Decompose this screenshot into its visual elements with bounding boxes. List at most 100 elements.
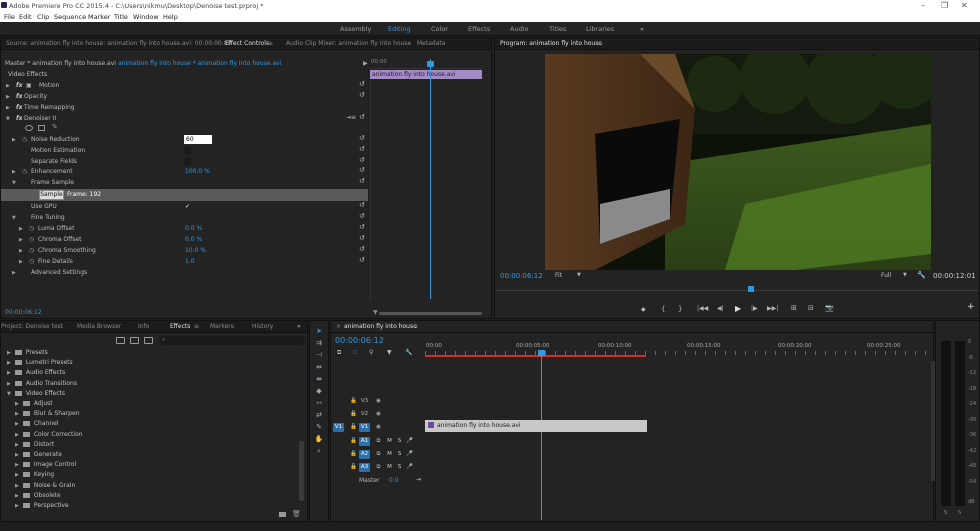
separate-fields-checkbox[interactable]: [184, 158, 191, 165]
zoom-dropdown-icon[interactable]: ▼: [577, 272, 581, 278]
reset-icon[interactable]: ↺: [359, 113, 365, 121]
sample-button[interactable]: Sample: [39, 190, 64, 200]
eye-icon[interactable]: ◉: [373, 423, 384, 432]
track-select-tool-icon[interactable]: ⇉: [314, 339, 324, 347]
effects-tree-item[interactable]: ▶ Adjust: [15, 400, 53, 407]
stopwatch-icon[interactable]: ◷: [29, 258, 34, 265]
microphone-icon[interactable]: 🎤: [404, 450, 415, 459]
pen-tool-icon[interactable]: ✎: [314, 423, 324, 431]
reset-icon[interactable]: ↺: [359, 234, 365, 242]
program-menu-icon[interactable]: ≡: [597, 40, 602, 47]
reset-icon[interactable]: ↺: [359, 145, 365, 153]
tab-audio-clip-mixer[interactable]: Audio Clip Mixer: animation fly into hou…: [286, 40, 411, 47]
expand-icon[interactable]: ▶: [15, 462, 19, 468]
tabs-overflow-button[interactable]: »: [297, 323, 301, 330]
quality-select[interactable]: Full: [881, 272, 891, 282]
rate-stretch-tool-icon[interactable]: ⇼: [314, 375, 324, 383]
expand-icon[interactable]: ▶: [15, 472, 19, 478]
reset-icon[interactable]: ↺: [359, 134, 365, 142]
expand-icon[interactable]: ▶: [15, 442, 19, 448]
expand-icon[interactable]: ▶: [15, 483, 19, 489]
eye-icon[interactable]: ◉: [373, 397, 384, 406]
eye-icon[interactable]: ◉: [373, 410, 384, 419]
expand-icon[interactable]: ▶: [7, 360, 11, 366]
effects-tree-item[interactable]: ▶ Keying: [15, 471, 54, 478]
opacity-expand-icon[interactable]: ▶: [6, 94, 10, 100]
expand-icon[interactable]: ▶: [15, 452, 19, 458]
track-target-v2[interactable]: V2: [359, 410, 370, 419]
effects-tree-item[interactable]: ▶ Audio Effects: [7, 369, 65, 376]
rectangle-mask-icon[interactable]: [38, 125, 45, 131]
advanced-settings-expand-icon[interactable]: ▶: [12, 270, 16, 276]
effects-tree-item[interactable]: ▶ Channel: [15, 420, 59, 427]
chroma-smoothing-value[interactable]: 10.0 %: [185, 247, 206, 257]
delete-icon[interactable]: 🗑: [292, 510, 301, 518]
go-to-out-button[interactable]: ▶▶|: [767, 305, 778, 312]
track-target-v1[interactable]: V1: [359, 423, 370, 432]
sync-lock-icon[interactable]: ⧉: [373, 437, 384, 446]
rolling-edit-tool-icon[interactable]: ⇹: [314, 363, 324, 371]
enhancement-value[interactable]: 100.0 %: [185, 168, 210, 178]
add-button[interactable]: +: [967, 302, 975, 312]
quality-dropdown-icon[interactable]: ▼: [903, 272, 907, 278]
32bit-effects-icon[interactable]: [130, 337, 139, 344]
pen-mask-icon[interactable]: ✎: [52, 123, 58, 131]
hand-tool-icon[interactable]: ✋: [314, 435, 324, 443]
mini-timeline-clip[interactable]: animation fly into house.avi: [370, 70, 482, 79]
effect-controls-timecode[interactable]: 00:00:06:12: [5, 309, 42, 319]
collapse-icon[interactable]: ▼: [7, 391, 11, 397]
expand-icon[interactable]: ▶: [7, 370, 11, 376]
lift-button[interactable]: ⊞: [791, 304, 797, 312]
luma-offset-expand-icon[interactable]: ▶: [19, 226, 23, 232]
effects-tree-item[interactable]: ▶ Noise & Grain: [15, 482, 75, 489]
microphone-icon[interactable]: 🎤: [404, 463, 415, 472]
yuv-effects-icon[interactable]: [144, 337, 153, 344]
menu-title[interactable]: Title: [114, 13, 128, 21]
source-patch-v1[interactable]: V1: [333, 423, 344, 432]
lock-icon[interactable]: 🔓: [348, 463, 359, 472]
slip-tool-icon[interactable]: ⇿: [314, 399, 324, 407]
expand-icon[interactable]: ▶: [15, 432, 19, 438]
zoom-select[interactable]: Fit: [555, 272, 562, 282]
time-remap-expand-icon[interactable]: ▶: [6, 105, 10, 111]
effects-tree-item[interactable]: ▶ Perspective: [15, 502, 69, 509]
ellipse-mask-icon[interactable]: [25, 125, 33, 131]
zoom-tool-icon[interactable]: ⌕: [314, 447, 324, 456]
sync-lock-icon[interactable]: ⧉: [373, 463, 384, 472]
menu-edit[interactable]: Edit: [19, 13, 32, 21]
step-forward-button[interactable]: |▶: [751, 305, 758, 312]
ripple-edit-tool-icon[interactable]: ⊣: [314, 351, 324, 359]
stopwatch-icon[interactable]: ◷: [29, 225, 34, 232]
fine-details-value[interactable]: 1.0: [185, 258, 195, 268]
frame-sample-collapse-icon[interactable]: ▼: [12, 180, 16, 186]
menu-sequence[interactable]: Sequence: [54, 13, 86, 21]
noise-reduction-field[interactable]: [184, 135, 212, 144]
close-button[interactable]: ✕: [961, 1, 968, 10]
chroma-smoothing-expand-icon[interactable]: ▶: [19, 248, 23, 254]
video-clip[interactable]: animation fly into house.avi: [425, 420, 647, 432]
menu-help[interactable]: Help: [163, 13, 178, 21]
workspace-color[interactable]: Color: [431, 25, 448, 33]
expand-icon[interactable]: ▶: [15, 493, 19, 499]
effects-tree-item[interactable]: ▶ Audio Transitions: [7, 380, 77, 387]
denoiser-collapse-icon[interactable]: ▼: [6, 116, 10, 122]
stopwatch-icon[interactable]: ◷: [22, 168, 27, 175]
maximize-button[interactable]: ❐: [941, 1, 948, 10]
effects-tree-item[interactable]: ▶ Obsolete: [15, 492, 61, 499]
nest-icon[interactable]: ⧉: [337, 349, 341, 357]
effects-tree-item[interactable]: ▶ Color Correction: [15, 431, 82, 438]
play-button[interactable]: ▶: [735, 304, 741, 313]
mini-timeline-playhead[interactable]: [430, 59, 431, 299]
use-gpu-checkbox[interactable]: ✓: [185, 203, 190, 213]
panel-menu-icon[interactable]: ≡: [268, 40, 273, 47]
tab-media-browser[interactable]: Media Browser: [77, 323, 121, 330]
selection-tool-icon[interactable]: ➤: [314, 327, 324, 335]
expand-icon[interactable]: ▶: [7, 381, 11, 387]
lock-icon[interactable]: 🔓: [348, 410, 359, 419]
fine-details-expand-icon[interactable]: ▶: [19, 259, 23, 265]
timeline-playhead[interactable]: [541, 355, 542, 520]
effects-scrollbar[interactable]: [299, 441, 304, 501]
workspace-editing[interactable]: Editing: [388, 25, 411, 33]
snap-icon[interactable]: ⊂: [353, 349, 358, 356]
zoom-handle[interactable]: [379, 312, 482, 315]
